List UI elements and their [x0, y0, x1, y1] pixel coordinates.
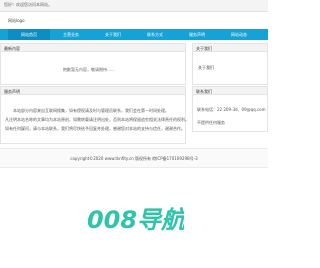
- about-link[interactable]: 关于我们: [198, 65, 214, 71]
- statement-line: 如有任何疑问，请与本站联系，我们将尽快给予回复并处理，感谢您对本站的支持与信任，…: [5, 126, 185, 131]
- panel-title: 服务声明: [4, 88, 20, 94]
- site-logo[interactable]: 网站logo: [8, 18, 25, 24]
- top-bar: 您好！欢迎您访问本网站。: [0, 0, 268, 12]
- statement-panel: 服务声明 本站部分内容来自互联网搜集，如有侵权请及时与管理员联系，我们会在第一时…: [0, 86, 189, 144]
- welcome-text: 您好！欢迎您访问本网站。: [4, 2, 52, 7]
- statement-text: 本站部分内容来自互联网搜集，如有侵权请及时与管理员联系，我们会在第一时间处理。 …: [5, 106, 189, 133]
- panel-header: 服务声明: [1, 87, 185, 95]
- empty-message: 抱歉暂无内容，敬请期待......: [63, 67, 115, 72]
- copyright-text: copyright©2020 www.tknfity.cn 版权所有 皖ICP备…: [70, 156, 198, 161]
- watermark-logo: 008导航: [88, 206, 184, 232]
- watermark-text: 008导航: [88, 206, 184, 232]
- panel-header: 联系我们: [193, 87, 267, 95]
- panel-title: 最新内容: [4, 45, 20, 51]
- nav-item-about[interactable]: 关于我们: [92, 29, 134, 40]
- panel-header: 关于我们: [193, 44, 267, 52]
- nav-item-home[interactable]: 网站首页: [8, 29, 50, 40]
- nav-item-news[interactable]: 网站动态: [218, 29, 260, 40]
- panel-title: 联系我们: [196, 88, 212, 94]
- site-footer: copyright©2020 www.tknfity.cn 版权所有 皖ICP备…: [0, 148, 268, 168]
- contact-note: 不提供任何服务: [197, 120, 225, 125]
- latest-content-panel: 最新内容 抱歉暂无内容，敬请期待......: [0, 43, 186, 85]
- statement-line: 凡注明本站名称的文章均为本站原创，如需转载请注明出处，否则本站将保留追究相关法律…: [5, 117, 189, 122]
- panel-header: 最新内容: [1, 44, 185, 52]
- about-panel: 关于我们 关于我们: [192, 43, 268, 85]
- contact-phone: 联系电话：22 209-3d、09@qq.com: [197, 107, 266, 112]
- nav-item-contact[interactable]: 联系方式: [134, 29, 176, 40]
- nav-item-statement[interactable]: 服务声明: [176, 29, 218, 40]
- statement-line: 本站部分内容来自互联网搜集，如有侵权请及时与管理员联系，我们会在第一时间处理。: [13, 108, 169, 113]
- contact-panel: 联系我们 联系电话：22 209-3d、09@qq.com 不提供任何服务: [192, 86, 268, 132]
- panel-title: 关于我们: [196, 45, 212, 51]
- nav-item-business[interactable]: 主营业务: [50, 29, 92, 40]
- main-nav: 网站首页 主营业务 关于我们 联系方式 服务声明 网站动态: [0, 29, 268, 40]
